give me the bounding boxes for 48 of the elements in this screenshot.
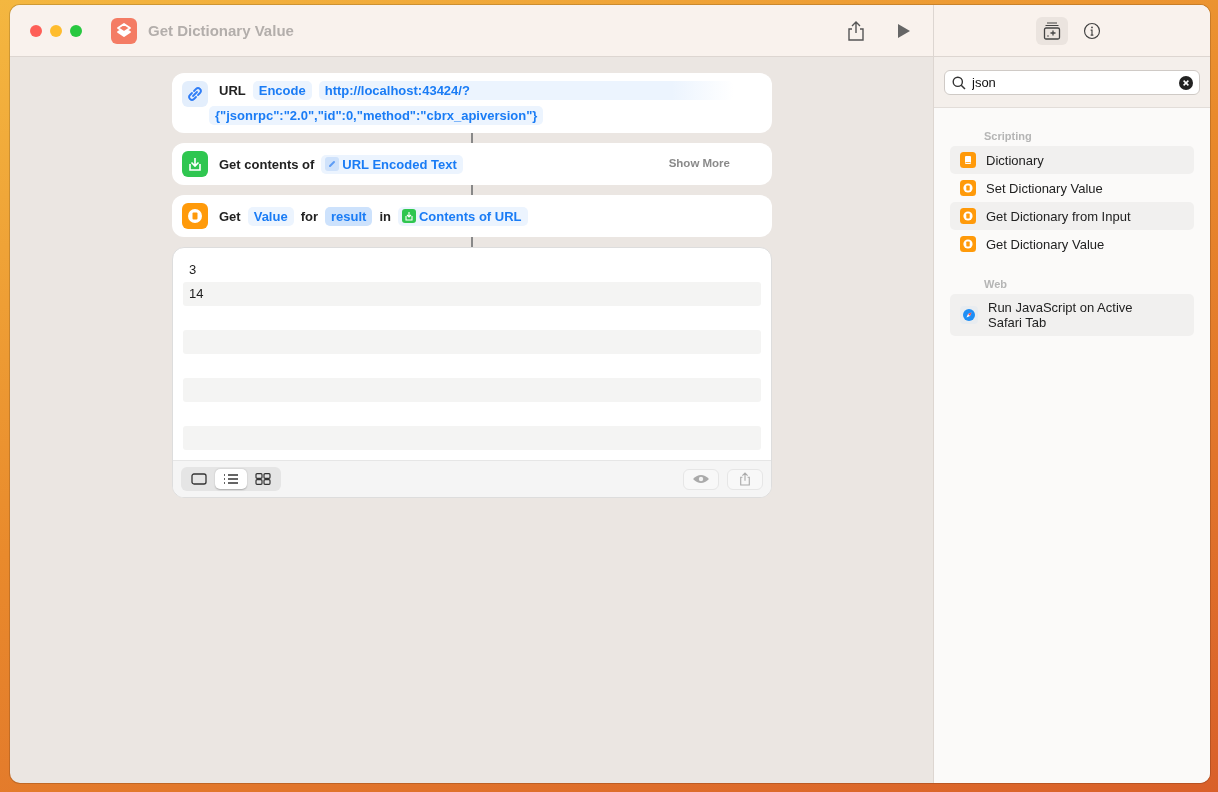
parameter-token[interactable]: result — [325, 206, 373, 226]
search-icon — [952, 76, 966, 90]
book-icon — [960, 152, 976, 168]
link-icon — [182, 81, 208, 107]
grid-icon — [255, 473, 271, 485]
section-header: Web — [983, 277, 1009, 292]
view-mode-button[interactable] — [215, 469, 247, 489]
book-icon — [960, 180, 976, 196]
action-list-item[interactable]: Dictionary — [950, 146, 1194, 174]
share-icon[interactable] — [847, 20, 865, 41]
section-header: Scripting — [983, 129, 1033, 144]
add-to-stack-icon — [1042, 20, 1062, 41]
action-list-item[interactable]: Get Dictionary from Input — [950, 202, 1194, 230]
show-more-button[interactable]: Show More — [668, 157, 730, 169]
download-icon — [401, 209, 416, 223]
compass-icon — [960, 306, 978, 324]
list-icon — [223, 473, 239, 485]
action-label: Get — [219, 208, 241, 224]
close-button[interactable] — [30, 24, 42, 37]
download-icon — [182, 151, 208, 177]
url-token[interactable]: {"jsonrpc":"2.0","id":0,"method":"cbrx_apiversion"} — [209, 106, 544, 125]
parameter-token[interactable]: Encode — [252, 81, 312, 100]
book-icon — [960, 208, 976, 224]
clear-icon[interactable] — [1179, 76, 1193, 90]
action-list-item[interactable]: Get Dictionary Value — [950, 230, 1194, 258]
link-icon — [325, 157, 340, 171]
action-list-item[interactable]: Set Dictionary Value — [950, 174, 1194, 202]
window-title: Get Dictionary Value — [148, 22, 294, 39]
action-list-item[interactable]: Run JavaScript on Active Safari Tab — [950, 294, 1194, 336]
run-icon[interactable] — [897, 22, 911, 39]
variable-token[interactable]: Contents of URL — [397, 206, 528, 226]
variable-token[interactable]: URL Encoded Text — [321, 154, 463, 174]
parameter-token[interactable]: Value — [247, 206, 294, 226]
share-icon — [739, 472, 751, 486]
info-icon — [1083, 21, 1101, 40]
action-label: for — [300, 208, 318, 224]
search-field[interactable]: json — [944, 70, 1200, 95]
action-library-tab[interactable] — [1036, 16, 1068, 45]
book-icon — [182, 203, 208, 229]
eye-icon — [692, 474, 710, 484]
action-label: URL — [219, 83, 246, 98]
app-icon — [111, 17, 137, 44]
rectangle-icon — [191, 473, 207, 485]
result-row: 14 — [183, 282, 761, 306]
book-icon — [960, 236, 976, 252]
action-label: in — [379, 208, 391, 224]
action-label: Get contents of — [219, 156, 315, 172]
result-row-text: 3 — [188, 261, 198, 279]
